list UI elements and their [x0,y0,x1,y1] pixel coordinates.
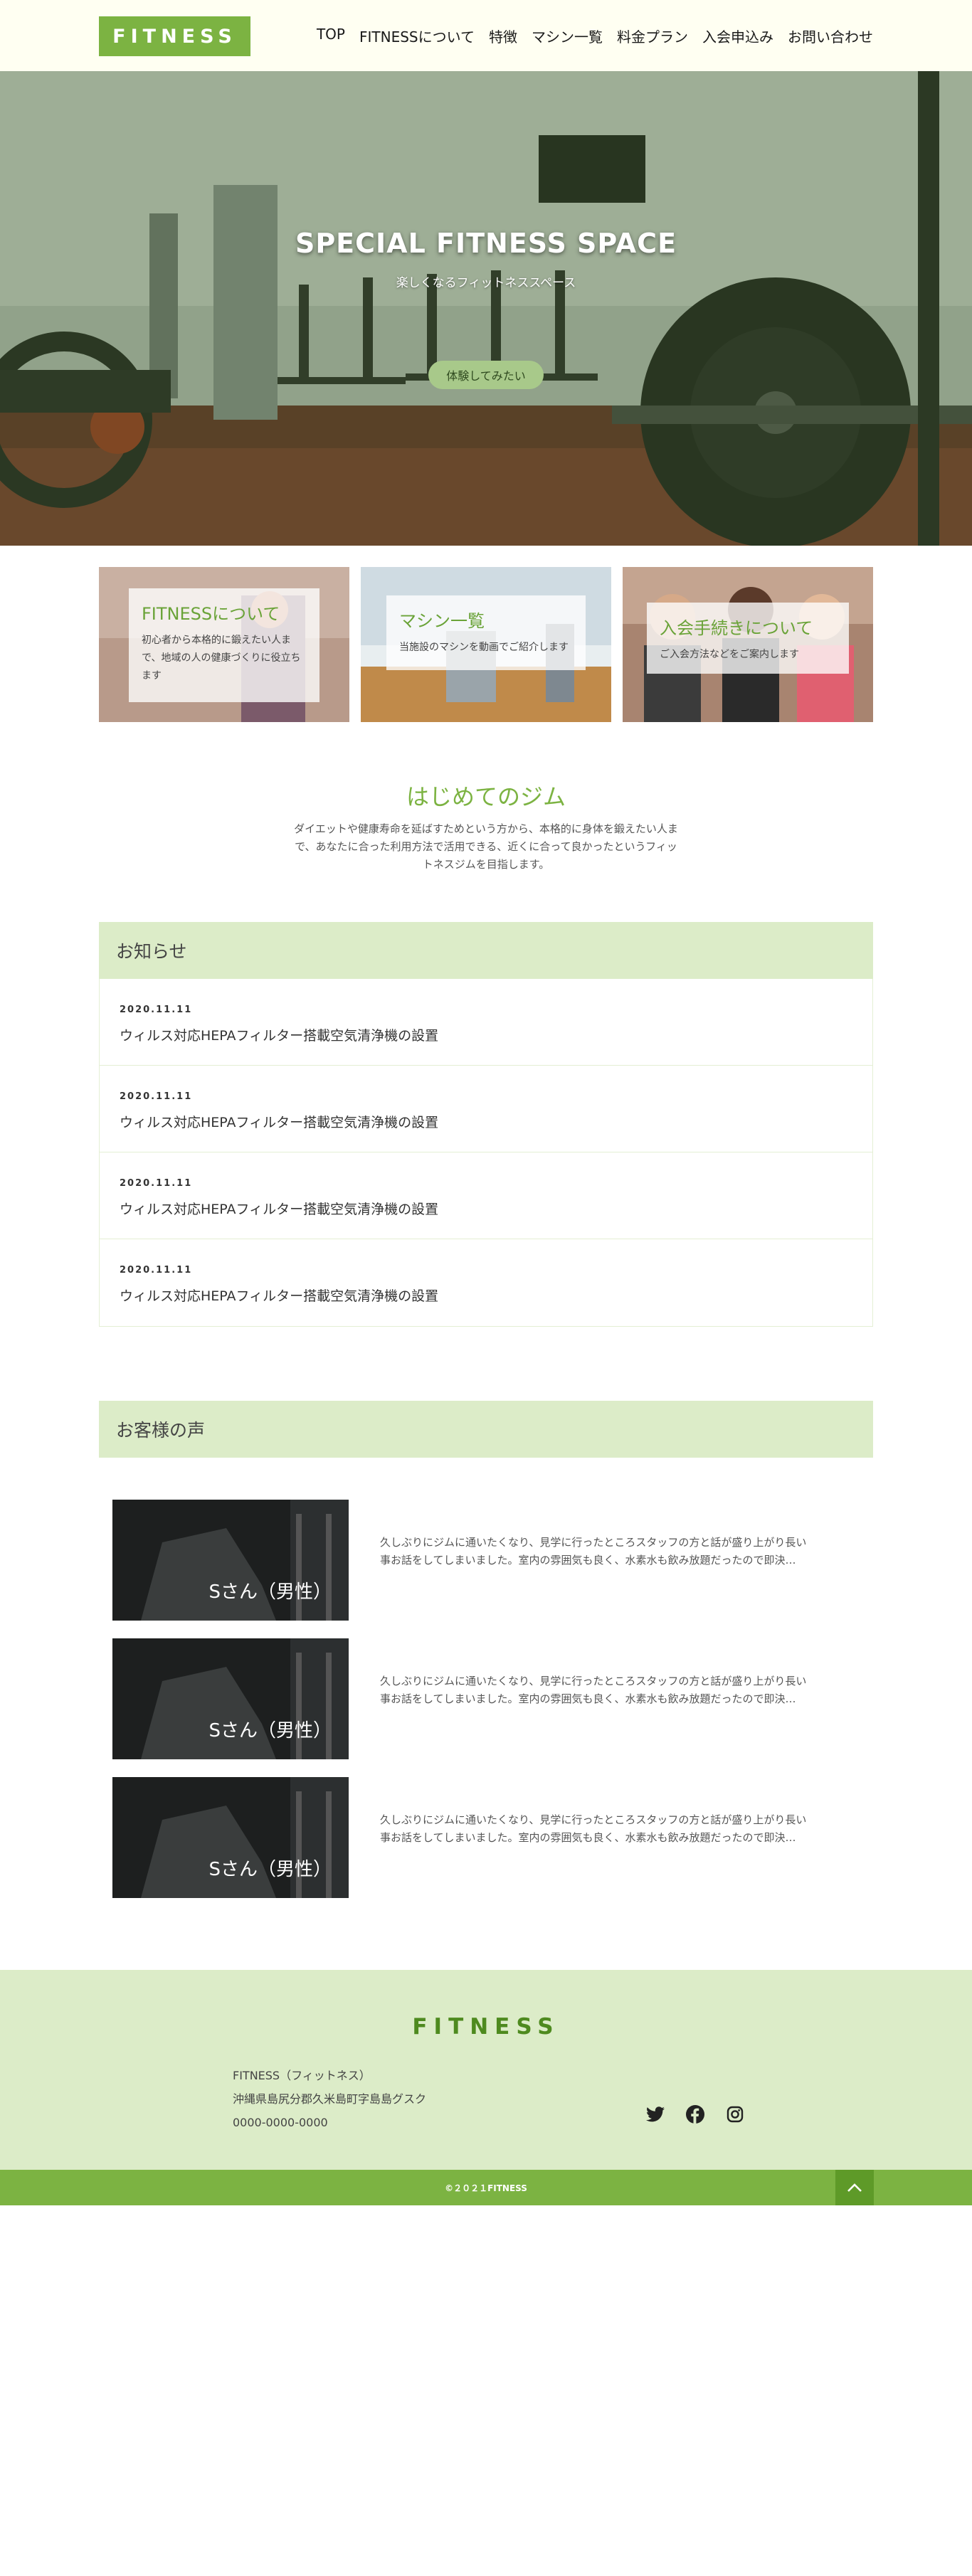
footer-logo[interactable]: FITNESS [0,2014,972,2040]
voice-text: 久しぶりにジムに通いたくなり、見学に行ったところスタッフの方と話が盛り上がり長い… [380,1813,807,1844]
news-item[interactable]: 2020.11.11 ウィルス対応HEPAフィルター搭載空気清浄機の設置 [100,1239,872,1326]
site-footer: FITNESS FITNESS（フィットネス） 沖縄県島尻分郡久米島町字島島グス… [0,1970,972,2170]
footer-company-name: FITNESS（フィットネス） [233,2069,371,2082]
hero-overlay [0,71,972,546]
voice-item: Sさん（男性） 久しぶりにジムに通いたくなり、見学に行ったところスタッフの方と話… [112,1777,860,1898]
card-signup[interactable]: 入会手続きについて ご入会方法などをご案内します [623,567,873,722]
footer-address: 沖縄県島尻分郡久米島町字島島グスク [233,2092,427,2106]
hero-title: SPECIAL FITNESS SPACE [295,228,677,259]
voice-photo: Sさん（男性） [112,1638,349,1759]
twitter-icon[interactable] [645,2104,666,2125]
news-date: 2020.11.11 [120,1265,193,1276]
voice-text: 久しぶりにジムに通いたくなり、見学に行ったところスタッフの方と話が盛り上がり長い… [380,1675,807,1705]
news-title[interactable]: ウィルス対応HEPAフィルター搭載空気清浄機の設置 [120,1112,852,1131]
news-date: 2020.11.11 [120,1091,193,1102]
nav-item-contact[interactable]: お問い合わせ [788,26,873,46]
nav-item-signup[interactable]: 入会申込み [702,26,773,46]
customer-name: Sさん（男性） [208,1859,332,1880]
news-title[interactable]: ウィルス対応HEPAフィルター搭載空気清浄機の設置 [120,1199,852,1218]
news-title[interactable]: ウィルス対応HEPAフィルター搭載空気清浄機の設置 [120,1025,852,1044]
voice-text: 久しぶりにジムに通いたくなり、見学に行ったところスタッフの方と話が盛り上がり長い… [380,1536,807,1567]
news-date: 2020.11.11 [120,1005,193,1015]
card-machines-title: マシン一覧 [399,611,485,631]
card-about-text: 初心者から本格的に鍛えたい人まで、地域の人の健康づくりに役立ちます [142,635,301,682]
intro-title: はじめてのジム [406,783,566,810]
card-machines-text: 当施設のマシンを動画でご紹介します [399,642,569,653]
social-links [645,2104,746,2125]
news-item[interactable]: 2020.11.11 ウィルス対応HEPAフィルター搭載空気清浄機の設置 [100,1152,872,1239]
voice-photo: Sさん（男性） [112,1777,349,1898]
main-nav: TOP FITNESSについて 特徴 マシン一覧 料金プラン 入会申込み お問い… [317,26,873,46]
copyright-text: ©２０２１FITNESS [445,2183,527,2193]
card-about[interactable]: FITNESSについて 初心者から本格的に鍛えたい人まで、地域の人の健康づくりに… [99,567,349,722]
news-item[interactable]: 2020.11.11 ウィルス対応HEPAフィルター搭載空気清浄機の設置 [100,979,872,1066]
hero-subtitle: 楽しくなるフィットネススペース [396,276,576,290]
card-signup-title: 入会手続きについて [660,618,813,638]
voice-item: Sさん（男性） 久しぶりにジムに通いたくなり、見学に行ったところスタッフの方と話… [112,1638,860,1759]
hero-section: SPECIAL FITNESS SPACE 楽しくなるフィットネススペース 体験… [0,71,972,546]
news-title[interactable]: ウィルス対応HEPAフィルター搭載空気清浄機の設置 [120,1286,852,1305]
nav-item-about[interactable]: FITNESSについて [359,26,475,46]
voices-heading: お客様の声 [99,1401,873,1458]
chevron-up-icon [847,2183,862,2192]
nav-item-machines[interactable]: マシン一覧 [532,26,603,46]
feature-cards: FITNESSについて 初心者から本格的に鍛えたい人まで、地域の人の健康づくりに… [99,567,873,722]
footer-phone: 0000-0000-0000 [233,2116,328,2129]
site-logo[interactable]: FITNESS [99,16,250,56]
footer-info: FITNESS（フィットネス） 沖縄県島尻分郡久米島町字島島グスク 0000-0… [233,2064,426,2134]
back-to-top-button[interactable] [835,2170,874,2205]
card-signup-box: 入会手続きについて ご入会方法などをご案内します [647,603,849,674]
site-header: FITNESS TOP FITNESSについて 特徴 マシン一覧 料金プラン 入… [0,0,972,71]
news-heading: お知らせ [99,922,873,979]
card-machines[interactable]: マシン一覧 当施設のマシンを動画でご紹介します [361,567,611,722]
facebook-icon[interactable] [685,2104,706,2125]
nav-item-top[interactable]: TOP [317,26,345,46]
intro-text: ダイエットや健康寿命を延ばすためという方から、本格的に身体を鍛えたい人まで、あな… [294,822,678,871]
news-item[interactable]: 2020.11.11 ウィルス対応HEPAフィルター搭載空気清浄機の設置 [100,1066,872,1152]
customer-name: Sさん（男性） [208,1720,332,1742]
news-list: 2020.11.11 ウィルス対応HEPAフィルター搭載空気清浄機の設置 202… [99,979,873,1327]
card-machines-box: マシン一覧 当施設のマシンを動画でご紹介します [386,595,586,670]
voice-photo: Sさん（男性） [112,1500,349,1621]
news-date: 2020.11.11 [120,1178,193,1189]
voice-item: Sさん（男性） 久しぶりにジムに通いたくなり、見学に行ったところスタッフの方と話… [112,1500,860,1621]
card-signup-text: ご入会方法などをご案内します [660,649,799,660]
nav-item-features[interactable]: 特徴 [489,26,517,46]
card-about-box: FITNESSについて 初心者から本格的に鍛えたい人まで、地域の人の健康づくりに… [129,588,319,702]
nav-item-pricing[interactable]: 料金プラン [617,26,688,46]
instagram-icon[interactable] [724,2104,746,2125]
page: FITNESS TOP FITNESSについて 特徴 マシン一覧 料金プラン 入… [0,0,972,2576]
card-about-title: FITNESSについて [142,604,280,624]
customer-name: Sさん（男性） [208,1581,332,1603]
trial-button[interactable]: 体験してみたい [428,361,544,389]
copyright-bar: ©２０２１FITNESS [0,2170,972,2205]
